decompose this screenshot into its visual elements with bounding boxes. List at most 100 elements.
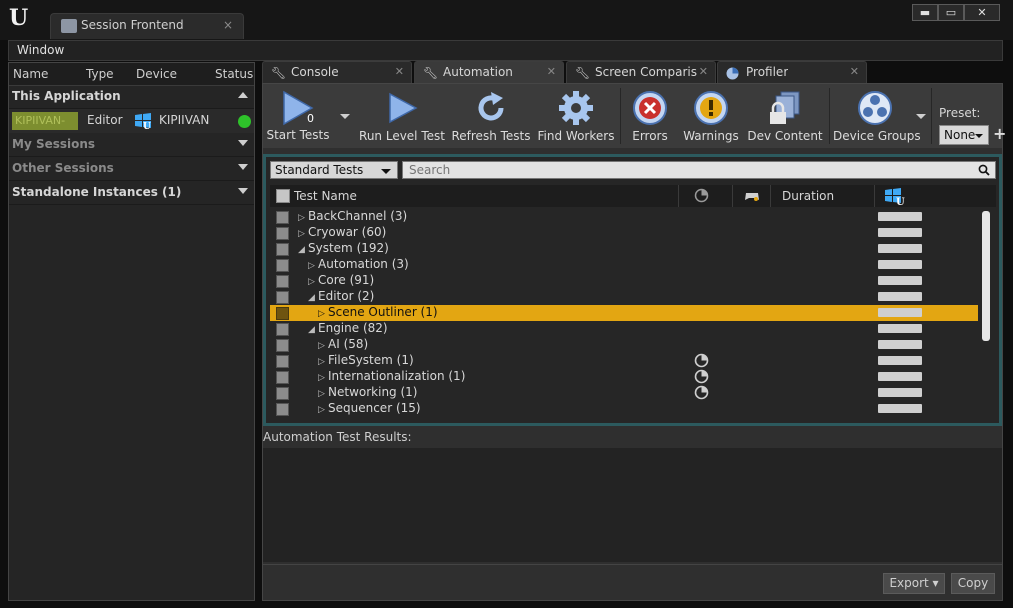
column-name[interactable]: Name [13, 67, 48, 81]
collapse-arrow-icon[interactable]: ◢ [298, 245, 308, 255]
add-preset-button[interactable]: + [993, 124, 1006, 143]
sessions-panel: Name Type Device Status This Application… [8, 62, 255, 601]
maximize-button[interactable]: ▭ [938, 4, 964, 21]
expand-arrow-icon[interactable]: ▷ [298, 213, 308, 223]
platform-status-bar [878, 404, 922, 413]
gamepad-icon [745, 193, 759, 201]
copy-button[interactable]: Copy [951, 573, 995, 594]
search-input[interactable] [402, 161, 996, 179]
expand-icon[interactable] [238, 188, 248, 194]
expand-arrow-icon[interactable]: ▷ [318, 389, 328, 399]
test-row[interactable]: ▷ Automation (3) [270, 257, 978, 273]
test-checkbox[interactable] [276, 387, 289, 400]
device-groups-icon [858, 91, 892, 125]
test-row[interactable]: ▷ Core (91) [270, 273, 978, 289]
test-checkbox[interactable] [276, 211, 289, 224]
requires-user-icon [694, 353, 709, 368]
tab-automation[interactable]: 🔧︎ Automation ✕ [414, 61, 564, 83]
expand-icon[interactable] [238, 140, 248, 146]
test-row[interactable]: ◢ Engine (82) [270, 321, 978, 337]
start-tests-button[interactable]: 0 Start Tests [265, 86, 331, 146]
expand-arrow-icon[interactable]: ▷ [318, 341, 328, 351]
wrench-icon: 🔧︎ [575, 66, 591, 80]
test-label: Networking (1) [328, 385, 418, 399]
expand-arrow-icon[interactable]: ▷ [318, 405, 328, 415]
column-test-name[interactable]: Test Name [294, 189, 357, 203]
vertical-scrollbar[interactable] [982, 211, 990, 341]
test-checkbox[interactable] [276, 243, 289, 256]
collapse-arrow-icon[interactable]: ◢ [308, 325, 318, 335]
test-checkbox[interactable] [276, 371, 289, 384]
menu-window[interactable]: Window [17, 43, 64, 57]
collapse-arrow-icon[interactable]: ◢ [308, 293, 318, 303]
session-frontend-tab[interactable]: Session Frontend × [50, 13, 244, 39]
close-icon[interactable]: ✕ [699, 65, 708, 78]
expand-arrow-icon[interactable]: ▷ [318, 357, 328, 367]
test-row[interactable]: ▷ Scene Outliner (1) [270, 305, 978, 321]
find-workers-label: Find Workers [537, 129, 615, 143]
preset-dropdown[interactable]: None [939, 125, 989, 145]
expand-arrow-icon[interactable]: ▷ [298, 229, 308, 239]
test-checkbox[interactable] [276, 291, 289, 304]
expand-arrow-icon[interactable]: ▷ [308, 261, 318, 271]
test-checkbox[interactable] [276, 403, 289, 416]
group-my-sessions[interactable]: My Sessions [9, 134, 254, 157]
test-name: ▷ AI (58) [318, 337, 368, 351]
minimize-button[interactable]: ▬ [912, 4, 938, 21]
test-row[interactable]: ◢ Editor (2) [270, 289, 978, 305]
test-row[interactable]: ▷ Networking (1) [270, 385, 978, 401]
warnings-label: Warnings [683, 129, 739, 143]
test-row[interactable]: ▷ BackChannel (3) [270, 209, 978, 225]
warnings-toggle[interactable]: Warnings [681, 86, 741, 146]
test-filter-dropdown[interactable]: Standard Tests [270, 161, 398, 179]
group-other-sessions[interactable]: Other Sessions [9, 158, 254, 181]
expand-arrow-icon[interactable]: ▷ [318, 309, 328, 319]
session-instance-row[interactable]: KIPIIVAN- Editor U KIPIIVAN [9, 109, 254, 133]
close-icon[interactable]: ✕ [850, 65, 859, 78]
tab-profiler[interactable]: Profiler ✕ [717, 61, 867, 83]
column-status[interactable]: Status [215, 67, 253, 81]
tab-screen-comparison[interactable]: 🔧︎ Screen Comparison ✕ [566, 61, 716, 83]
expand-arrow-icon[interactable]: ▷ [308, 277, 318, 287]
dev-content-toggle[interactable]: Dev Content [747, 86, 823, 146]
device-groups-dropdown-icon[interactable] [916, 114, 926, 119]
test-checkbox[interactable] [276, 355, 289, 368]
test-checkbox[interactable] [276, 339, 289, 352]
search-icon [978, 164, 990, 176]
test-row[interactable]: ▷ Sequencer (15) [270, 401, 978, 417]
test-row[interactable]: ◢ System (192) [270, 241, 978, 257]
export-button[interactable]: Export ▾ [883, 573, 945, 594]
close-icon[interactable]: ✕ [395, 65, 404, 78]
test-checkbox[interactable] [276, 307, 289, 320]
test-checkbox[interactable] [276, 227, 289, 240]
group-standalone-instances[interactable]: Standalone Instances (1) [9, 182, 254, 205]
test-row[interactable]: ▷ Cryowar (60) [270, 225, 978, 241]
expand-arrow-icon[interactable]: ▷ [318, 373, 328, 383]
test-checkbox[interactable] [276, 259, 289, 272]
close-button[interactable]: ✕ [964, 4, 1000, 21]
test-checkbox[interactable] [276, 323, 289, 336]
test-name: ▷ Cryowar (60) [298, 225, 386, 239]
test-row[interactable]: ▷ AI (58) [270, 337, 978, 353]
column-duration[interactable]: Duration [782, 189, 834, 203]
close-icon[interactable]: ✕ [547, 65, 556, 78]
test-row[interactable]: ▷ FileSystem (1) [270, 353, 978, 369]
column-device[interactable]: Device [136, 67, 177, 81]
start-tests-label: Start Tests [266, 128, 330, 142]
select-all-checkbox[interactable] [276, 189, 290, 203]
device-groups-button[interactable]: Device Groups [833, 86, 921, 146]
group-this-application[interactable]: This Application [9, 86, 254, 109]
run-level-test-button[interactable]: Run Level Test [359, 86, 445, 146]
start-tests-dropdown-icon[interactable] [340, 114, 350, 119]
errors-toggle[interactable]: Errors [625, 86, 675, 146]
tab-console[interactable]: 🔧︎ Console ✕ [262, 61, 412, 83]
test-checkbox[interactable] [276, 275, 289, 288]
expand-icon[interactable] [238, 164, 248, 170]
refresh-tests-button[interactable]: Refresh Tests [451, 86, 531, 146]
tab-close-icon[interactable]: × [223, 18, 233, 32]
test-label: AI (58) [328, 337, 369, 351]
test-row[interactable]: ▷ Internationalization (1) [270, 369, 978, 385]
find-workers-button[interactable]: Find Workers [537, 86, 615, 146]
collapse-icon[interactable] [238, 92, 248, 98]
column-type[interactable]: Type [86, 67, 114, 81]
